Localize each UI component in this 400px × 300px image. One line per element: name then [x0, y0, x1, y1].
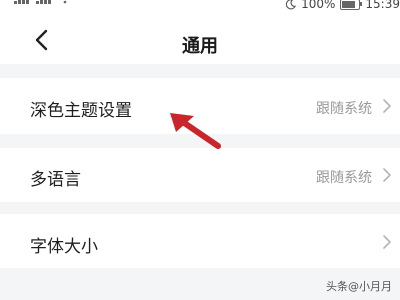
- battery-percent: 100%: [301, 0, 336, 11]
- signal-icon: [14, 0, 32, 4]
- status-bar: 100% 15:39: [0, 0, 400, 12]
- nav-bar: 通用: [0, 12, 400, 62]
- chevron-right-icon: [383, 235, 391, 249]
- moon-icon: [285, 0, 297, 9]
- row-label: 深色主题设置: [30, 101, 132, 121]
- battery-icon: [340, 0, 363, 10]
- status-icons-left: [14, 0, 72, 4]
- row-value: 跟随系统: [316, 170, 372, 186]
- status-icons-right: 100% 15:39: [285, 0, 400, 11]
- wifi-icon: [61, 0, 69, 4]
- row-value: 跟随系统: [316, 101, 372, 117]
- page-title: 通用: [182, 36, 218, 57]
- red-pointer-arrow-icon: [170, 113, 221, 149]
- section-divider: [0, 202, 400, 214]
- section-divider: [0, 64, 400, 78]
- clock: 15:39: [365, 0, 400, 11]
- settings-row-font-size[interactable]: 字体大小: [0, 214, 400, 268]
- signal-icon-2: [36, 0, 54, 4]
- watermark: 头条@小月月: [326, 280, 392, 293]
- settings-row-language[interactable]: 多语言 跟随系统: [0, 148, 400, 202]
- chevron-right-icon: [383, 168, 391, 182]
- chevron-right-icon: [383, 99, 391, 113]
- row-label: 多语言: [30, 170, 81, 190]
- row-label: 字体大小: [30, 237, 98, 257]
